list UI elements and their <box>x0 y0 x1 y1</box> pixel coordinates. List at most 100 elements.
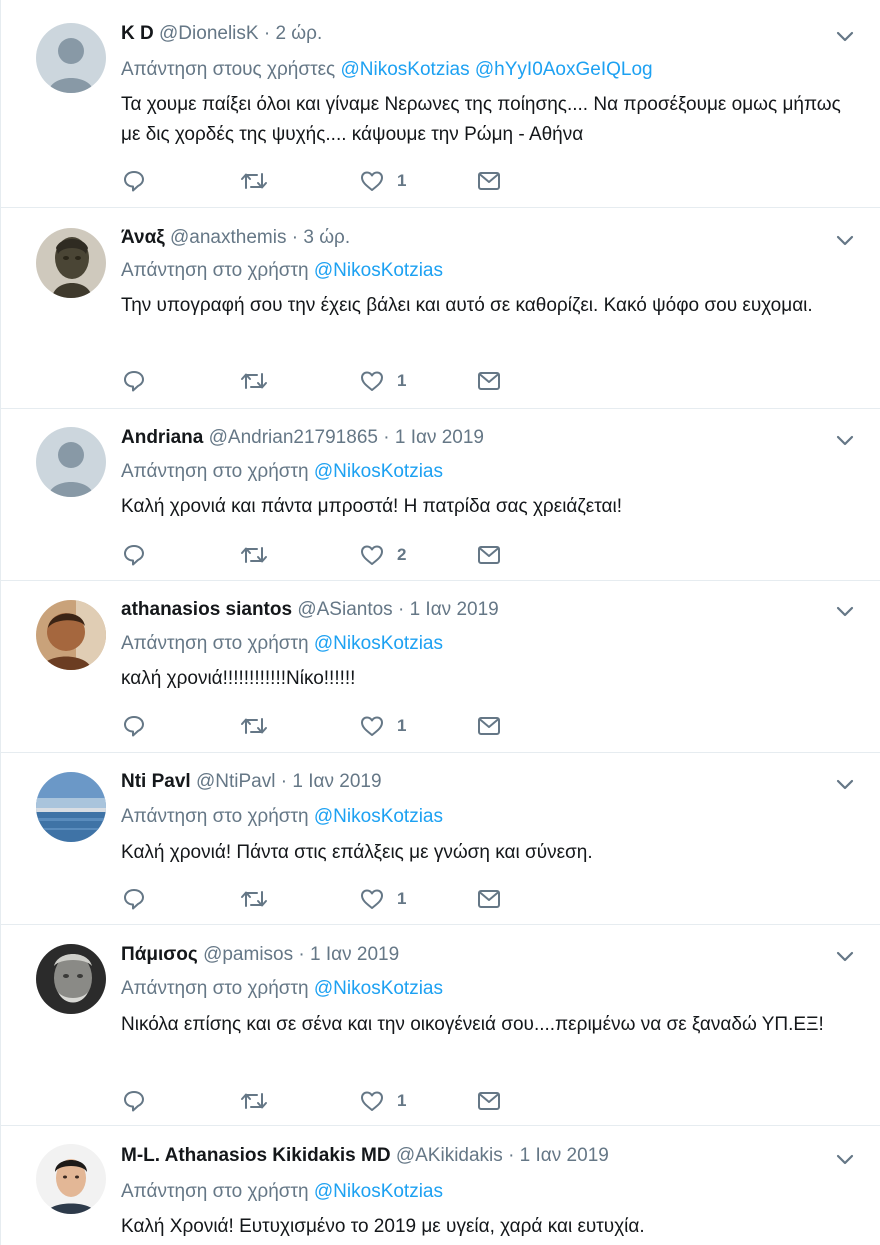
timestamp[interactable]: 1 Ιαν 2019 <box>395 427 484 448</box>
tweet[interactable]: Nti Pavl @NtiPavl · 1 Ιαν 2019 Απάντηση … <box>1 753 880 925</box>
retweet-button[interactable] <box>239 1086 269 1116</box>
retweet-button[interactable] <box>239 166 269 196</box>
like-button[interactable]: 1 <box>359 884 406 914</box>
chevron-down-icon[interactable] <box>834 945 856 967</box>
reply-button[interactable] <box>121 884 147 914</box>
tweet-header: K D @DionelisK · 2 ώρ. <box>121 22 322 46</box>
reply-button[interactable] <box>121 166 147 196</box>
user-handle[interactable]: @anaxthemis <box>170 227 286 248</box>
reply-button[interactable] <box>121 1086 147 1116</box>
tweet[interactable]: athanasios siantos @ASiantos · 1 Ιαν 201… <box>1 581 880 753</box>
tweet[interactable]: Andriana @Andrian21791865 · 1 Ιαν 2019 Α… <box>1 409 880 581</box>
display-name[interactable]: Andriana <box>121 427 203 448</box>
like-button[interactable]: 1 <box>359 366 406 396</box>
retweet-button[interactable] <box>239 366 269 396</box>
reply-context: Απάντηση στο χρήστη @NikosKotzias <box>121 460 443 484</box>
envelope-icon <box>478 1092 500 1110</box>
chevron-down-icon[interactable] <box>834 25 856 47</box>
avatar[interactable] <box>36 427 106 497</box>
reply-button[interactable] <box>121 366 147 396</box>
reply-button[interactable] <box>121 540 147 570</box>
direct-message-button[interactable] <box>476 366 502 396</box>
user-handle[interactable]: @DionelisK <box>159 23 259 44</box>
mention-link[interactable]: @NikosKotzias <box>314 633 443 654</box>
like-button[interactable]: 1 <box>359 711 406 741</box>
chevron-down-icon[interactable] <box>834 229 856 251</box>
display-name[interactable]: K D <box>121 23 154 44</box>
user-handle[interactable]: @Andrian21791865 <box>209 427 378 448</box>
tweet-actions: 1 <box>121 711 621 741</box>
reply-button[interactable] <box>121 711 147 741</box>
heart-icon <box>361 716 383 736</box>
like-button[interactable]: 1 <box>359 1086 406 1116</box>
chevron-down-icon[interactable] <box>834 429 856 451</box>
retweet-button[interactable] <box>239 884 269 914</box>
tweet-header: Άναξ @anaxthemis · 3 ώρ. <box>121 226 350 250</box>
mention-link[interactable]: @NikosKotzias <box>314 461 443 482</box>
like-button[interactable]: 1 <box>359 166 406 196</box>
reply-icon <box>124 716 144 737</box>
user-handle[interactable]: @NtiPavl <box>196 771 275 792</box>
tweet[interactable]: Πάμισος @pamisos · 1 Ιαν 2019 Απάντηση σ… <box>1 925 880 1126</box>
retweet-button[interactable] <box>239 711 269 741</box>
retweet-icon <box>241 718 267 734</box>
chevron-down-icon[interactable] <box>834 773 856 795</box>
tweet[interactable]: M-L. Athanasios Kikidakis MD @AKikidakis… <box>1 1126 880 1245</box>
tweet-header: Nti Pavl @NtiPavl · 1 Ιαν 2019 <box>121 770 382 794</box>
tweet[interactable]: K D @DionelisK · 2 ώρ. Απάντηση στους χρ… <box>1 0 880 208</box>
avatar[interactable] <box>36 944 106 1014</box>
man-portrait-photo <box>36 1144 106 1214</box>
tweet-header: Andriana @Andrian21791865 · 1 Ιαν 2019 <box>121 426 484 450</box>
tweet-text: Καλή χρονιά και πάντα μπροστά! Η πατρίδα… <box>121 496 622 517</box>
tweet[interactable]: Άναξ @anaxthemis · 3 ώρ. Απάντηση στο χρ… <box>1 208 880 409</box>
separator: · <box>298 944 305 965</box>
like-count: 1 <box>397 171 407 190</box>
display-name[interactable]: Πάμισος <box>121 944 198 965</box>
chevron-down-icon[interactable] <box>834 1148 856 1170</box>
display-name[interactable]: athanasios siantos <box>121 599 292 620</box>
direct-message-button[interactable] <box>476 711 502 741</box>
mention-link[interactable]: @NikosKotzias <box>314 260 443 281</box>
person-photo <box>36 600 106 670</box>
statue-photo <box>36 228 106 298</box>
user-handle[interactable]: @AKikidakis <box>396 1145 503 1166</box>
direct-message-button[interactable] <box>476 884 502 914</box>
mention-link[interactable]: @NikosKotzias <box>314 1181 443 1202</box>
heart-icon <box>361 1091 383 1111</box>
retweet-button[interactable] <box>239 540 269 570</box>
retweet-icon <box>241 173 267 189</box>
avatar[interactable] <box>36 23 106 93</box>
mention-link[interactable]: @NikosKotzias <box>314 978 443 999</box>
chevron-down-icon[interactable] <box>834 600 856 622</box>
mention-link[interactable]: @NikosKotzias <box>314 806 443 827</box>
timestamp[interactable]: 2 ώρ. <box>275 23 322 44</box>
timestamp[interactable]: 3 ώρ. <box>303 227 350 248</box>
tweet-header: athanasios siantos @ASiantos · 1 Ιαν 201… <box>121 598 499 622</box>
user-handle[interactable]: @ASiantos <box>297 599 392 620</box>
direct-message-button[interactable] <box>476 540 502 570</box>
timestamp[interactable]: 1 Ιαν 2019 <box>292 771 381 792</box>
reply-context: Απάντηση στο χρήστη @NikosKotzias <box>121 1180 443 1204</box>
avatar[interactable] <box>36 600 106 670</box>
like-button[interactable]: 2 <box>359 540 406 570</box>
display-name[interactable]: Nti Pavl <box>121 771 191 792</box>
like-count: 1 <box>397 716 407 735</box>
mention-link[interactable]: @NikosKotzias <box>341 59 470 80</box>
display-name[interactable]: Άναξ <box>121 227 165 248</box>
timestamp[interactable]: 1 Ιαν 2019 <box>310 944 399 965</box>
direct-message-button[interactable] <box>476 166 502 196</box>
mention-link[interactable]: @hYyI0AoxGeIQLog <box>475 59 653 80</box>
reply-prefix: Απάντηση στους χρήστες <box>121 59 336 80</box>
separator: · <box>508 1145 515 1166</box>
user-handle[interactable]: @pamisos <box>203 944 293 965</box>
avatar[interactable] <box>36 228 106 298</box>
direct-message-button[interactable] <box>476 1086 502 1116</box>
display-name[interactable]: M-L. Athanasios Kikidakis MD <box>121 1145 391 1166</box>
timestamp[interactable]: 1 Ιαν 2019 <box>410 599 499 620</box>
retweet-icon <box>241 1093 267 1109</box>
timestamp[interactable]: 1 Ιαν 2019 <box>520 1145 609 1166</box>
avatar[interactable] <box>36 1144 106 1214</box>
avatar[interactable] <box>36 772 106 842</box>
envelope-icon <box>478 546 500 564</box>
tweet-text: Νικόλα επίσης και σε σένα και την οικογέ… <box>121 1014 824 1035</box>
